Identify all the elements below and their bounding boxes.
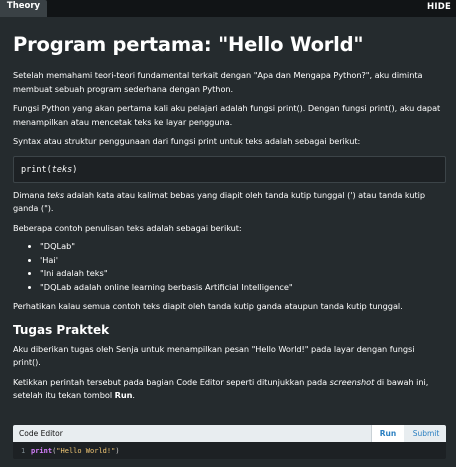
theory-content: Program pertama: "Hello World" Setelah m… [13,30,446,403]
instr-bold: Run [114,390,133,400]
teks-pre: Dimana [13,189,48,200]
print-function-paragraph: Fungsi Python yang akan pertama kali aku… [13,103,441,127]
list-item: 'Hai' [40,254,443,268]
list-item: "DQLab" [40,240,443,254]
instr-em: screenshot [329,376,375,387]
code-text[interactable]: print("Hello World!") [31,445,120,457]
code-editor-header: Code Editor Run Submit [13,425,446,442]
run-button[interactable]: Run [371,425,404,442]
teks-explanation-paragraph: Dimana teks adalah kata atau kalimat beb… [13,189,443,216]
section-heading: Tugas Praktek [13,322,110,337]
code-close-paren: ) [115,447,120,455]
tab-theory[interactable]: Theory [0,0,47,17]
list-item: "Ini adalah teks" [40,267,443,281]
note-paragraph: Perhatikan kalau semua contoh teks diapi… [13,301,403,311]
code-line[interactable]: 1 print("Hello World!") [13,445,446,457]
task-paragraph: Aku diberikan tugas oleh Senja untuk men… [13,343,415,368]
syntax-intro-paragraph: Syntax atau struktur penggunaan dari fun… [13,136,361,146]
code-string: "Hello World!" [56,447,116,455]
syntax-close: ) [72,164,78,175]
hide-button[interactable]: HIDE [427,1,451,13]
instr-pre: Ketikkan perintah tersebut pada bagian C… [13,376,330,387]
code-editor[interactable]: Code Editor Run Submit 1 print("Hello Wo… [13,425,446,459]
code-editor-title: Code Editor [19,429,63,438]
examples-intro-paragraph: Beberapa contoh penulisan teks adalah se… [13,222,242,233]
submit-button[interactable]: Submit [406,425,446,442]
intro-paragraph: Setelah memahami teori-teori fundamental… [13,70,423,94]
syntax-func: print( [21,164,52,175]
top-bar: Theory HIDE [0,0,456,17]
code-keyword: print [31,447,53,455]
instr-end: . [132,390,135,400]
syntax-arg: teks [51,164,73,175]
line-number: 1 [21,447,26,455]
teks-word: teks [47,189,65,200]
page-title: Program pertama: "Hello World" [13,33,364,56]
list-item: "DQLab adalah online learning berbasis A… [40,281,443,295]
instruction-paragraph: Ketikkan perintah tersebut pada bagian C… [13,376,443,403]
syntax-code-block: print(teks) [13,155,446,183]
examples-list: "DQLab" 'Hai' "Ini adalah teks" "DQLab a… [13,240,443,294]
teks-post: adalah kata atau kalimat bebas yang diap… [13,189,426,214]
